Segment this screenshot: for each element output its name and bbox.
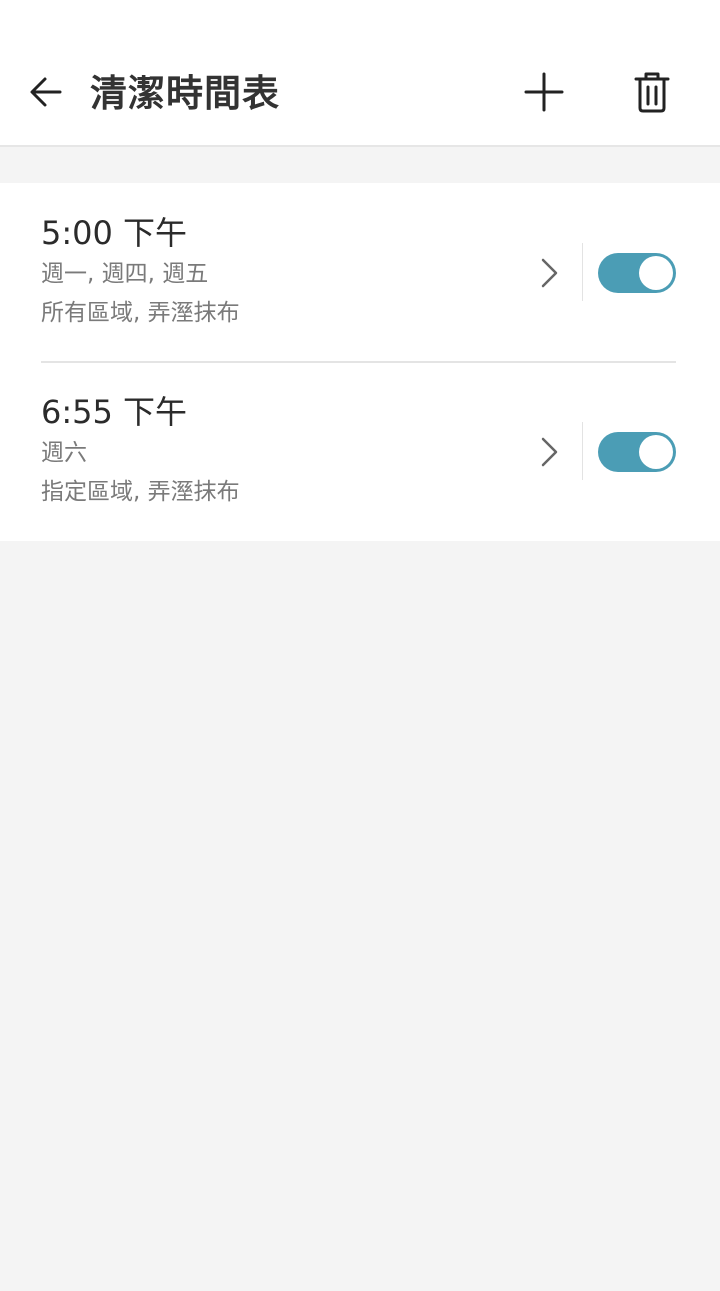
vertical-divider xyxy=(582,422,583,480)
page-title: 清潔時間表 xyxy=(90,72,280,115)
chevron-right-icon xyxy=(541,437,558,467)
toggle-knob xyxy=(639,256,673,290)
schedule-days: 週六 xyxy=(41,440,87,466)
delete-schedule-button[interactable] xyxy=(620,60,684,124)
arrow-left-icon xyxy=(30,77,62,107)
back-button[interactable] xyxy=(18,62,74,122)
schedule-list: 5:00 下午 週一, 週四, 週五 所有區域, 弄溼抹布 6:55 下午 週六… xyxy=(0,183,720,541)
schedule-item[interactable]: 5:00 下午 週一, 週四, 週五 所有區域, 弄溼抹布 xyxy=(0,183,720,363)
plus-icon xyxy=(524,72,564,112)
status-bar-area xyxy=(0,0,720,40)
schedule-days: 週一, 週四, 週五 xyxy=(41,261,209,287)
schedule-item[interactable]: 6:55 下午 週六 指定區域, 弄溼抹布 xyxy=(0,362,720,540)
schedule-mode: 所有區域, 弄溼抹布 xyxy=(41,300,240,326)
schedule-time: 5:00 下午 xyxy=(41,214,188,252)
schedule-mode: 指定區域, 弄溼抹布 xyxy=(41,479,240,505)
schedule-toggle[interactable] xyxy=(598,253,676,293)
schedule-toggle[interactable] xyxy=(598,432,676,472)
app-screen: 清潔時間表 5:00 下午 週一, 週四, 週五 所有區域, 弄溼抹布 6:55… xyxy=(0,0,720,1291)
top-app-bar: 清潔時間表 xyxy=(0,40,720,147)
add-schedule-button[interactable] xyxy=(512,60,576,124)
schedule-time: 6:55 下午 xyxy=(41,393,188,431)
chevron-right-icon xyxy=(541,258,558,288)
trash-icon xyxy=(634,72,670,113)
toggle-knob xyxy=(639,435,673,469)
vertical-divider xyxy=(582,243,583,301)
